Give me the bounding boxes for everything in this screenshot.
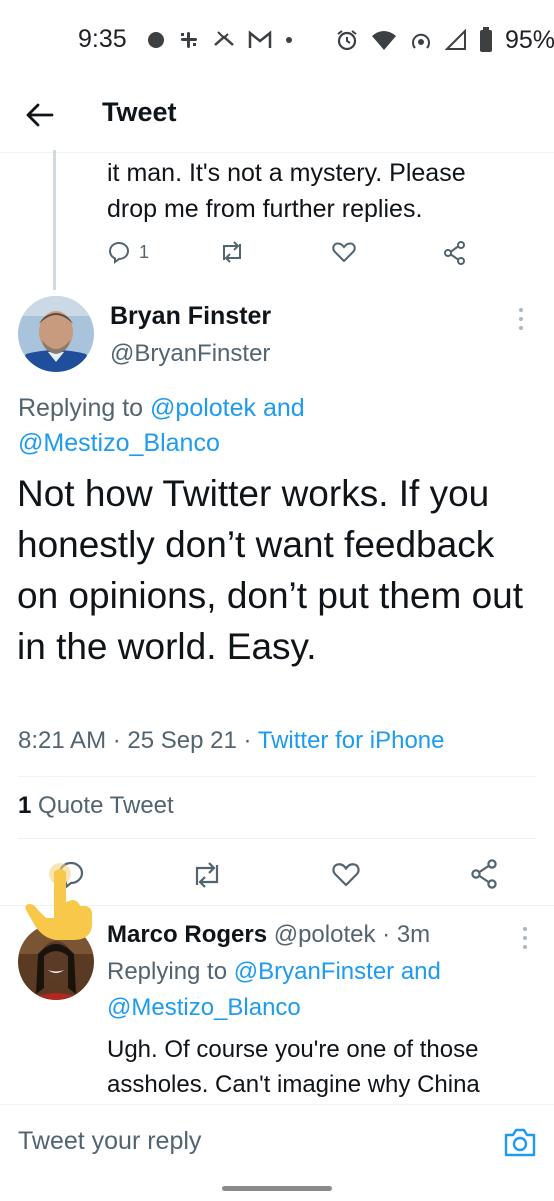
battery-percent: 95% (505, 25, 554, 54)
author-avatar-image (18, 296, 94, 372)
retweet-button[interactable] (190, 860, 224, 890)
avatar[interactable] (18, 296, 94, 372)
back-button[interactable] (22, 98, 56, 132)
more-vertical-icon (523, 927, 527, 949)
cell-signal-icon (445, 29, 466, 50)
header (0, 82, 554, 152)
divider (18, 776, 536, 777)
replying-prefix: Replying to (18, 394, 151, 422)
share-button[interactable] (469, 858, 499, 890)
reply-input[interactable]: Tweet your reply (18, 1127, 201, 1156)
replying-and[interactable]: and (256, 394, 305, 422)
previous-tweet-text-line1: it man. It's not a mystery. Please (107, 159, 466, 187)
status-time: 9:35 (78, 25, 127, 53)
tweet-more-button[interactable] (516, 306, 526, 332)
retweet-icon (195, 862, 219, 888)
share-icon (444, 241, 465, 265)
tweet-text: Not how Twitter works. If you honestly d… (17, 473, 524, 667)
heart-icon (332, 242, 356, 263)
reply-text: Ugh. Of course you're one of those assho… (107, 1036, 480, 1098)
replying-to-line1: Replying to @polotek and (18, 394, 305, 423)
reply-author-handle[interactable]: @polotek (274, 921, 376, 948)
reply-header: Marco Rogers @polotek · 3m (107, 921, 431, 948)
author-name[interactable]: Bryan Finster (110, 302, 271, 331)
previous-tweet-text-line2: drop me from further replies. (107, 195, 423, 223)
mention-link[interactable]: @polotek (150, 394, 256, 422)
camera-icon (504, 1128, 536, 1157)
notification-icons (146, 24, 294, 56)
record-icon (148, 32, 164, 48)
reply-icon (108, 241, 130, 264)
previous-share-button[interactable] (442, 240, 468, 266)
tweet-date: 25 Sep 21 (127, 727, 237, 754)
retweet-icon (223, 241, 241, 263)
missed-call-icon (214, 31, 234, 46)
previous-reply-count: 1 (139, 241, 150, 262)
thread-line (53, 150, 56, 290)
quote-count: 1 (18, 792, 32, 819)
mention-link[interactable]: @BryanFinster (234, 958, 394, 985)
share-icon (471, 859, 497, 889)
heart-icon (332, 863, 360, 887)
quote-label: Quote Tweet (38, 792, 174, 819)
reply-age: 3m (396, 921, 431, 948)
reply-author-name[interactable]: Marco Rogers (107, 921, 267, 948)
author-handle[interactable]: @BryanFinster (110, 340, 270, 368)
previous-reply-button[interactable]: 1 (107, 240, 149, 264)
mention-link[interactable]: @Mestizo_Blanco (107, 994, 301, 1022)
tweet-meta: 8:21 AM · 25 Sep 21 · Twitter for iPhone (18, 727, 445, 754)
slack-icon (181, 32, 197, 48)
battery-icon (480, 27, 492, 52)
reply-more-button[interactable] (520, 925, 530, 951)
more-notifications-dot-icon (286, 37, 292, 43)
tweet-source-link[interactable]: Twitter for iPhone (258, 727, 445, 754)
mention-link[interactable]: @Mestizo_Blanco (18, 429, 220, 458)
camera-button[interactable] (503, 1126, 537, 1158)
previous-like-button[interactable] (331, 240, 357, 264)
system-icons: 95% (335, 24, 554, 56)
header-divider (0, 152, 554, 153)
home-indicator[interactable] (222, 1186, 332, 1191)
like-button[interactable] (331, 860, 361, 888)
more-vertical-icon (519, 308, 523, 330)
quote-tweets-link[interactable]: 1 Quote Tweet (18, 792, 174, 820)
tap-hand-icon (20, 862, 96, 942)
divider (18, 838, 536, 839)
tweet-time: 8:21 AM (18, 727, 107, 754)
replying-and[interactable]: and (394, 958, 441, 985)
hotspot-icon (412, 33, 430, 49)
alarm-icon (337, 30, 357, 51)
wifi-icon (372, 31, 396, 50)
replying-prefix: Replying to (107, 958, 234, 985)
reply-replying-to-line1: Replying to @BryanFinster and (107, 958, 441, 986)
gmail-icon (248, 30, 272, 48)
previous-retweet-button[interactable] (218, 240, 246, 264)
page-title: Tweet (102, 97, 177, 127)
arrow-left-icon (26, 103, 54, 127)
